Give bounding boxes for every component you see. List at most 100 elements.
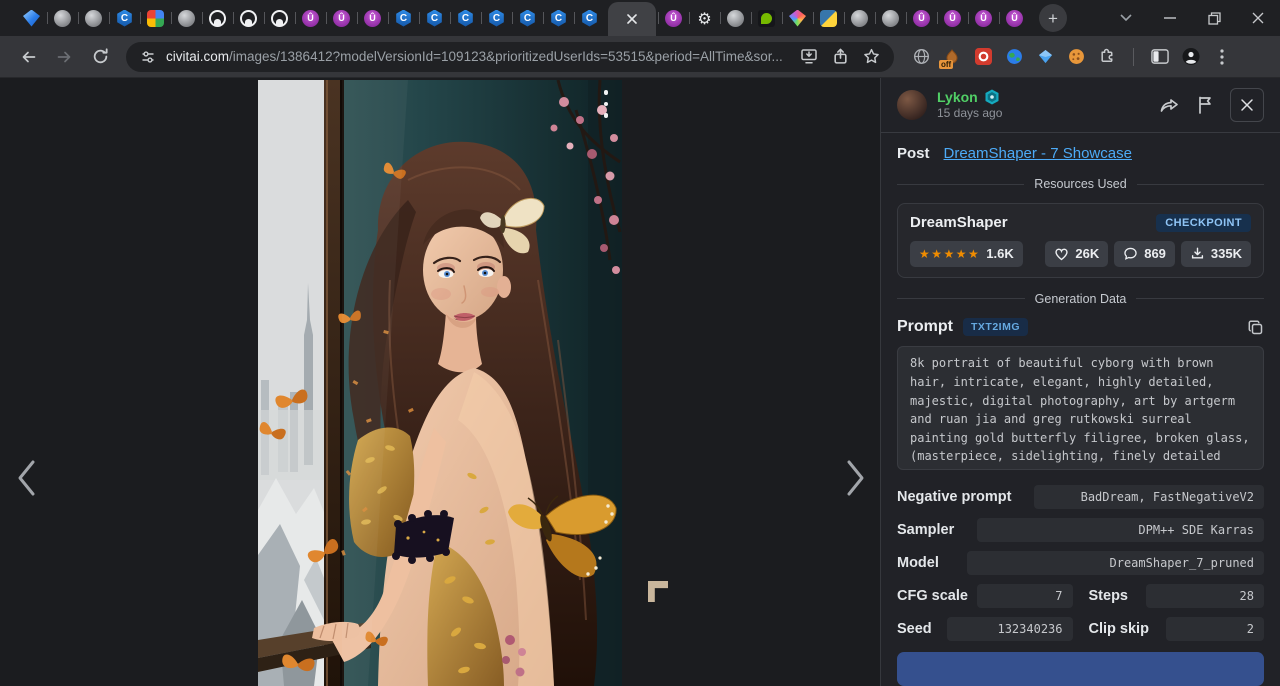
- model-row: Model DreamShaper_7_pruned: [897, 551, 1264, 575]
- pinned-tab[interactable]: [875, 0, 906, 36]
- image-viewer: [0, 78, 880, 686]
- pinned-tab[interactable]: [574, 0, 605, 36]
- share-page-icon[interactable]: [832, 48, 849, 65]
- pinned-tab[interactable]: [720, 0, 751, 36]
- tab-favicon: [727, 10, 744, 27]
- pinned-tab[interactable]: [47, 0, 78, 36]
- browser-menu-dots-icon[interactable]: [1213, 48, 1231, 66]
- pinned-tab[interactable]: [140, 0, 171, 36]
- pinned-tab[interactable]: [751, 0, 782, 36]
- sampler-value[interactable]: DPM++ SDE Karras: [977, 518, 1264, 542]
- pinned-tab[interactable]: [937, 0, 968, 36]
- side-panel-icon[interactable]: [1151, 48, 1169, 66]
- minimize-button[interactable]: [1148, 0, 1192, 36]
- downloads-pill[interactable]: 335K: [1181, 241, 1251, 267]
- avatar[interactable]: [897, 90, 927, 120]
- new-tab-button[interactable]: +: [1039, 4, 1067, 32]
- pinned-tab[interactable]: [326, 0, 357, 36]
- tab-favicon: [665, 10, 682, 27]
- pinned-tab[interactable]: [782, 0, 813, 36]
- extension-off-icon[interactable]: off: [943, 48, 961, 66]
- cfg-scale-value[interactable]: 7: [977, 584, 1073, 608]
- model-value[interactable]: DreamShaper_7_pruned: [967, 551, 1264, 575]
- bookmark-star-icon[interactable]: [863, 48, 880, 65]
- pinned-tab[interactable]: [658, 0, 689, 36]
- pinned-tab[interactable]: [388, 0, 419, 36]
- comments-pill[interactable]: 869: [1114, 241, 1175, 267]
- close-sidebar-button[interactable]: [1230, 88, 1264, 122]
- resource-name[interactable]: DreamShaper: [910, 214, 1008, 231]
- comment-icon: [1123, 246, 1138, 261]
- pinned-tab[interactable]: [543, 0, 574, 36]
- clip-skip-value[interactable]: 2: [1166, 617, 1264, 641]
- tab-favicon: [271, 10, 288, 27]
- bottom-action-button[interactable]: [897, 652, 1264, 686]
- share-icon[interactable]: [1158, 95, 1180, 115]
- tab-search-chevron-icon[interactable]: [1104, 0, 1148, 36]
- active-tab[interactable]: [608, 2, 656, 36]
- tab-favicon: [426, 10, 443, 27]
- pinned-tab[interactable]: [202, 0, 233, 36]
- prompt-header: Prompt TXT2IMG: [897, 316, 1264, 339]
- rating-pill[interactable]: ★★★★★ 1.6K: [910, 241, 1023, 267]
- extension-earth-icon[interactable]: [1005, 48, 1023, 66]
- install-app-icon[interactable]: [800, 48, 818, 65]
- tab-favicon: [147, 10, 164, 27]
- artwork-image[interactable]: [258, 80, 622, 686]
- pinned-tab[interactable]: [689, 0, 720, 36]
- pinned-tab[interactable]: [109, 0, 140, 36]
- pinned-tab[interactable]: [450, 0, 481, 36]
- close-window-button[interactable]: [1236, 0, 1280, 36]
- extension-gem-icon[interactable]: [1036, 48, 1054, 66]
- reload-button[interactable]: [84, 41, 116, 73]
- omnibox[interactable]: civitai.com/images/1386412?modelVersionI…: [126, 42, 894, 72]
- pinned-tab[interactable]: [419, 0, 450, 36]
- next-image-button[interactable]: [838, 454, 874, 502]
- pinned-tab[interactable]: [264, 0, 295, 36]
- forward-button[interactable]: [48, 41, 80, 73]
- copy-prompt-icon[interactable]: [1247, 319, 1264, 336]
- pinned-tab[interactable]: [512, 0, 543, 36]
- pinned-tab[interactable]: [999, 0, 1030, 36]
- seed-value[interactable]: 132340236: [947, 617, 1073, 641]
- image-options-menu-icon[interactable]: [597, 90, 615, 124]
- pinned-tab[interactable]: [16, 0, 47, 36]
- back-button[interactable]: [12, 41, 44, 73]
- extension-globe-icon[interactable]: [912, 48, 930, 66]
- pinned-tab[interactable]: [171, 0, 202, 36]
- browser-tab-strip: +: [0, 0, 1280, 36]
- steps-value[interactable]: 28: [1146, 584, 1264, 608]
- tab-favicon: [820, 10, 837, 27]
- previous-image-button[interactable]: [8, 454, 44, 502]
- tab-favicon: [457, 10, 474, 27]
- pinned-tab[interactable]: [357, 0, 388, 36]
- negative-prompt-value[interactable]: BadDream, FastNegativeV2: [1034, 485, 1264, 509]
- pinned-tab[interactable]: [233, 0, 264, 36]
- resource-card[interactable]: DreamShaper CHECKPOINT ★★★★★ 1.6K 26K: [897, 203, 1264, 278]
- txt2img-badge: TXT2IMG: [963, 318, 1028, 336]
- resource-stats: 26K 869 335K: [1045, 241, 1251, 267]
- url-text[interactable]: civitai.com/images/1386412?modelVersionI…: [166, 49, 790, 64]
- restore-button[interactable]: [1192, 0, 1236, 36]
- author-username[interactable]: Lykon: [937, 89, 978, 105]
- pinned-tab[interactable]: [78, 0, 109, 36]
- extensions-strip: off: [904, 48, 1239, 66]
- pinned-tab[interactable]: [295, 0, 326, 36]
- pinned-tab[interactable]: [481, 0, 512, 36]
- pinned-tab[interactable]: [906, 0, 937, 36]
- prompt-text[interactable]: 8k portrait of beautiful cyborg with bro…: [897, 346, 1264, 470]
- site-settings-icon[interactable]: [140, 49, 156, 65]
- seed-clip-row: Seed 132340236 Clip skip 2: [897, 617, 1264, 641]
- profile-avatar-icon[interactable]: [1182, 48, 1200, 66]
- pinned-tab[interactable]: [968, 0, 999, 36]
- report-flag-icon[interactable]: [1196, 95, 1214, 115]
- tab-close-icon[interactable]: [626, 13, 638, 25]
- post-link[interactable]: DreamShaper - 7 Showcase: [944, 145, 1132, 162]
- extension-red-o-icon[interactable]: [974, 48, 992, 66]
- tab-favicon: [913, 10, 930, 27]
- extensions-puzzle-icon[interactable]: [1098, 48, 1116, 66]
- pinned-tab[interactable]: [813, 0, 844, 36]
- pinned-tab[interactable]: [844, 0, 875, 36]
- extension-cookie-icon[interactable]: [1067, 48, 1085, 66]
- likes-pill[interactable]: 26K: [1045, 241, 1108, 267]
